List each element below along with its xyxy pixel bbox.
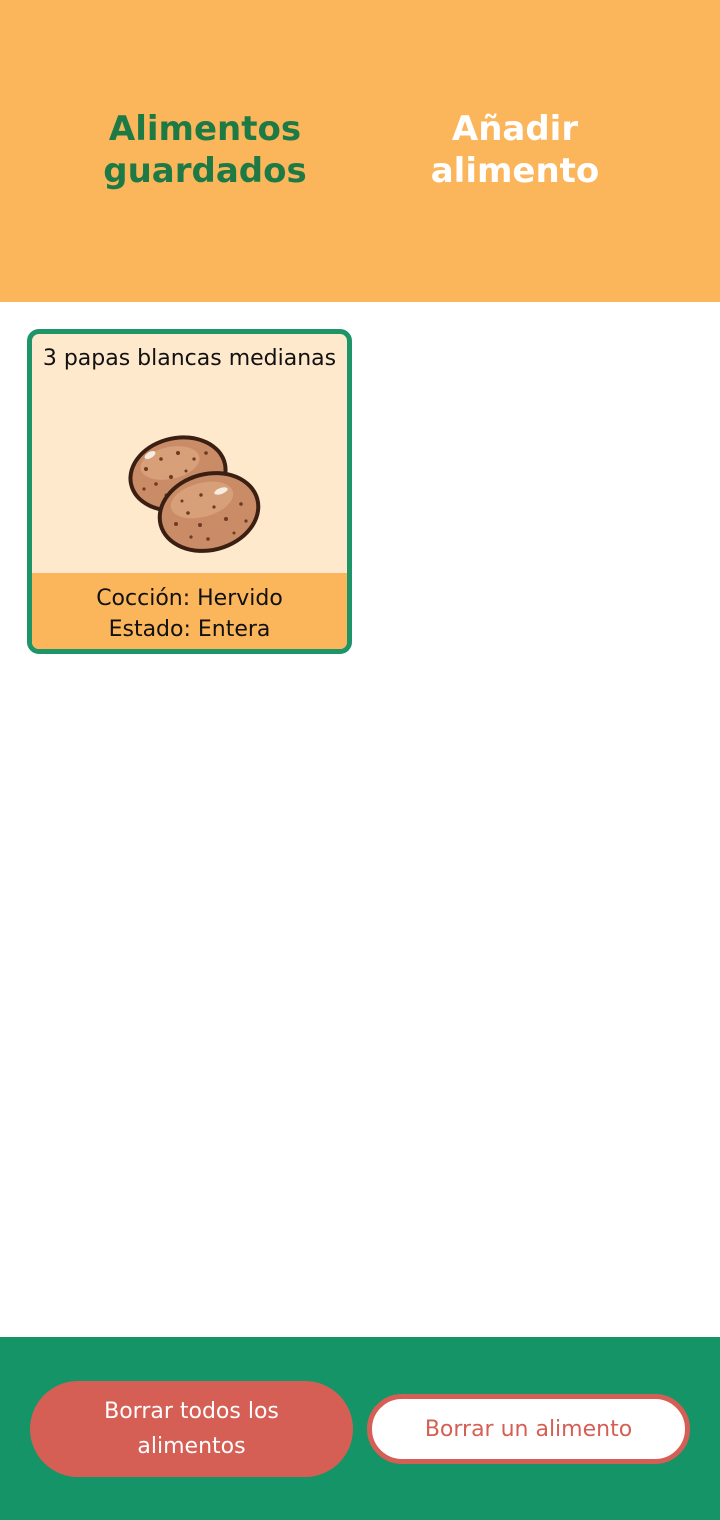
food-card[interactable]: 3 papas blancas medianas Cocción: Hervid…	[27, 329, 352, 654]
food-details: Cocción: Hervido Estado: Entera	[32, 573, 347, 649]
tab-saved-foods[interactable]: Alimentos guardados	[55, 108, 355, 192]
delete-one-food-button[interactable]: Borrar un alimento	[367, 1394, 690, 1464]
delete-all-foods-button[interactable]: Borrar todos los alimentos	[30, 1381, 353, 1477]
bottom-action-bar: Borrar todos los alimentos Borrar un ali…	[0, 1337, 720, 1520]
potatoes-icon	[128, 435, 261, 553]
food-name: 3 papas blancas medianas	[42, 346, 337, 371]
cooking-method: Cocción: Hervido	[96, 586, 283, 611]
food-state: Estado: Entera	[108, 617, 271, 642]
tab-add-food[interactable]: Añadir alimento	[365, 108, 665, 192]
top-navigation: Alimentos guardados Añadir alimento	[0, 0, 720, 302]
